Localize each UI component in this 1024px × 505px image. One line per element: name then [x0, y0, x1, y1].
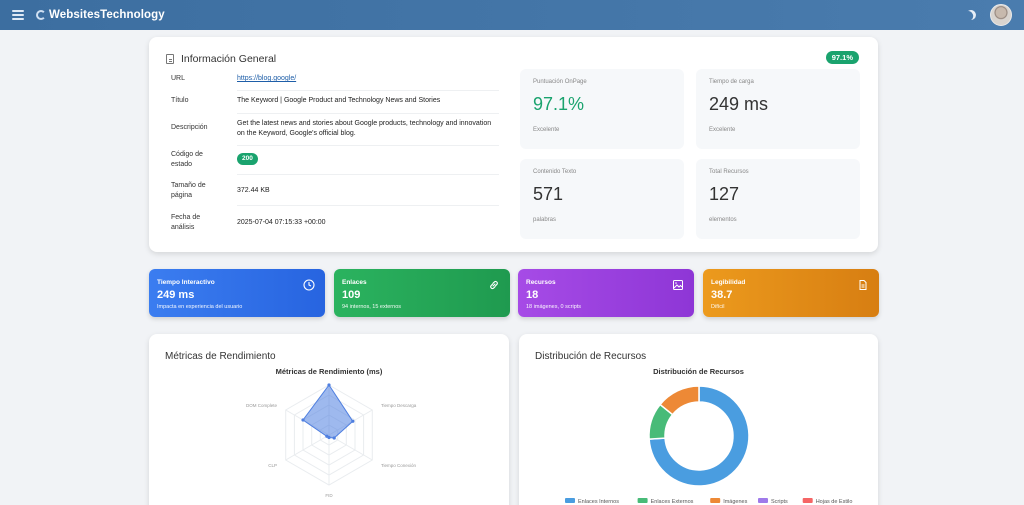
radar-axis-label: Tiempo Descarga [381, 403, 417, 408]
info-value: 372.44 KB [237, 187, 270, 194]
general-info-title: Información General [181, 53, 277, 65]
stat-subtitle: Excelente [533, 127, 560, 133]
legend-swatch [565, 498, 575, 503]
general-info-header: Información General [166, 53, 276, 65]
url-link[interactable]: https://blog.google/ [237, 74, 499, 84]
radar-series-area [302, 384, 354, 439]
radar-axis-label: CLP [268, 463, 277, 468]
stat-title: Tiempo de carga [709, 79, 754, 85]
legend-swatch [637, 498, 648, 503]
legend-item: Imágenes [710, 498, 748, 505]
info-value: The Keyword | Google Product and Technol… [237, 97, 441, 104]
radar-point [332, 436, 336, 440]
info-label: Fecha de análisis [171, 214, 201, 231]
dark-mode-toggle-icon[interactable] [965, 9, 978, 22]
resource-doughnut-chart[interactable]: Enlaces Internos Enlaces Externos Imágenes… [519, 374, 878, 505]
tile-subtitle: Difícil [711, 304, 725, 310]
legend-item: Scripts [758, 498, 788, 505]
stat-value: 249 ms [709, 94, 769, 114]
stat-load-time: Tiempo de carga 249 ms Excelente [696, 69, 860, 149]
legend-item: Hojas de Estilo [802, 498, 853, 505]
tile-resources: Recursos 18 18 imágenes, 0 scripts [518, 269, 694, 317]
tile-title: Recursos [526, 279, 556, 286]
stat-total-resources: Total Recursos 127 elementos [696, 159, 860, 239]
status-code-badge: 200 [237, 153, 258, 165]
tile-value: 249 ms [157, 289, 195, 301]
performance-radar-chart[interactable]: Tiempo Descarga Tiempo Conexión FID CLP DOM … [149, 374, 509, 505]
legend-label: Enlaces Externos [651, 499, 694, 505]
image-icon [673, 280, 683, 290]
info-label: URL [171, 75, 186, 82]
radar-point [351, 419, 355, 423]
tile-value: 109 [342, 289, 361, 301]
stat-text-content: Contenido Texto 571 palabras [520, 159, 684, 239]
stat-subtitle: Excelente [709, 127, 736, 133]
legend-label: Scripts [771, 499, 788, 505]
logo-icon [36, 10, 46, 20]
legend-swatch [710, 498, 721, 503]
radar-axis-label: FID [325, 493, 333, 498]
legend-swatch [802, 498, 813, 503]
stat-title: Contenido Texto [533, 169, 577, 175]
tile-interactive-time: Tiempo Interactivo 249 ms Impacta en exp… [149, 269, 325, 317]
tile-subtitle: Impacta en experiencia del usuario [157, 304, 243, 310]
legend-item: Enlaces Externos [637, 498, 694, 505]
document-icon [859, 280, 867, 290]
score-badge: 97.1% [825, 51, 859, 64]
radar-axis-line [285, 434, 330, 461]
legend-label: Hojas de Estilo [816, 499, 853, 505]
stat-subtitle: elementos [709, 217, 737, 223]
stat-value: 97.1% [533, 94, 585, 114]
info-label: Título [171, 97, 189, 104]
info-label: Código de estado [171, 151, 203, 168]
clock-icon [303, 279, 315, 291]
legend-item: Enlaces Internos [565, 498, 619, 505]
radar-point [301, 418, 305, 422]
tile-links: Enlaces 109 94 internos, 15 externos [334, 269, 510, 317]
tile-subtitle: 18 imágenes, 0 scripts [526, 304, 582, 310]
info-label: Tamaño de página [171, 182, 206, 199]
brand-name[interactable]: WebsitesTechnology [49, 9, 165, 21]
tile-title: Enlaces [342, 279, 367, 286]
distribution-card-title: Distribución de Recursos [535, 351, 647, 362]
radar-axis-label: Tiempo Conexión [381, 463, 417, 468]
info-value: 2025-07-04 07:15:33 +00:00 [237, 219, 326, 226]
tile-title: Legibilidad [711, 279, 746, 286]
radar-point [327, 383, 331, 387]
tile-subtitle: 94 internos, 15 externos [342, 304, 402, 310]
info-value: Get the latest news and stories about Go… [237, 120, 492, 137]
link-icon [490, 280, 498, 290]
legend-label: Enlaces Internos [578, 499, 619, 505]
tile-readability: Legibilidad 38.7 Difícil [703, 269, 879, 317]
radar-point [325, 434, 329, 438]
stat-value: 127 [709, 184, 740, 204]
menu-toggle-icon[interactable] [12, 10, 24, 20]
info-label: Descripción [171, 124, 208, 131]
general-info-card: Información General 97.1% URL https://bl… [149, 37, 878, 252]
user-avatar[interactable] [990, 4, 1012, 26]
resource-distribution-card: Distribución de Recursos Distribución de… [519, 334, 878, 505]
stat-onpage-score: Puntuación OnPage 97.1% Excelente [520, 69, 684, 149]
stat-subtitle: palabras [533, 217, 557, 223]
tile-value: 18 [526, 289, 539, 301]
tile-title: Tiempo Interactivo [157, 279, 215, 286]
performance-metrics-card: Métricas de Rendimiento Métricas de Rend… [149, 334, 509, 505]
stat-title: Total Recursos [709, 169, 749, 175]
radar-axis-label: DOM Complete [246, 403, 278, 408]
stat-title: Puntuación OnPage [533, 79, 587, 85]
performance-card-title: Métricas de Rendimiento [165, 351, 276, 362]
top-navbar: WebsitesTechnology [0, 0, 1024, 30]
stat-value: 571 [533, 184, 564, 204]
legend-label: Imágenes [723, 499, 747, 505]
tile-value: 38.7 [711, 289, 733, 301]
legend-swatch [758, 498, 768, 503]
document-icon [166, 54, 174, 64]
